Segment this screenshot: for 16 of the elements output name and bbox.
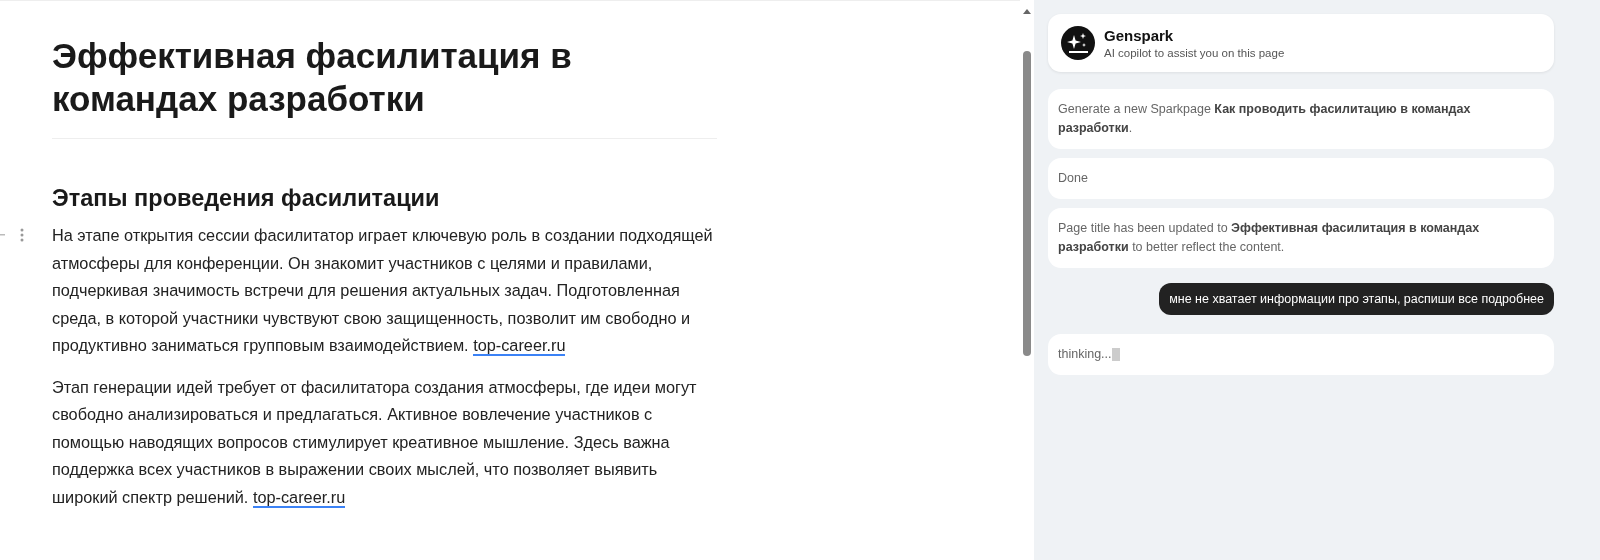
source-link[interactable]: top-career.ru — [252, 487, 346, 508]
assistant-message: Generate a new Sparkpage Как проводить фасилитацию в командах разработки. — [1048, 89, 1554, 149]
sparkle-logo-icon — [1061, 26, 1095, 60]
paragraph: На этапе открытия сессии фасилитатор играет ключевую роль в создании подходящей атмосферы для конференции. Он знакомит участников с целями и правилами, подчеркивая значимость встречи для решения актуальных задач. Подготовленная среда, в которой участники чувствуют свою защищенность, позволит им свободно и продуктивно заниматься групповым взаимодействием. top-career.ru — [52, 225, 714, 358]
assistant-message: Done — [1048, 158, 1554, 199]
section-heading: Этапы проведения фасилитации — [52, 185, 441, 212]
drag-handle-icon[interactable] — [0, 228, 26, 242]
assistant-message: Page title has been updated to Эффективная фасилитация в командах разработки to better reflect the content. — [1048, 208, 1554, 268]
scroll-up-icon[interactable] — [1023, 9, 1031, 14]
assistant-name: Genspark — [1104, 27, 1175, 44]
assistant-subtitle: AI copilot to assist you on this page — [1104, 47, 1285, 59]
source-link[interactable]: top-career.ru — [473, 336, 566, 356]
thinking-status: thinking... — [1058, 346, 1112, 363]
user-message: мне не хватает информации про этапы, распиши все подробнее — [1159, 283, 1554, 315]
page-title: Эффективная фасилитация в командах разработки — [52, 35, 573, 120]
paragraph: Этап генерации идей требует от фасилитатора создания атмосферы, где идеи могут свободно анализироваться и предлагаться. Активное вовлечение участников с помощью наводящих вопросов стимулирует креативное мышление. Здесь важна поддержка всех участников в выражении своих мыслей, что позволяет выявить широкий спектр решений. top-career.ru — [52, 376, 698, 510]
